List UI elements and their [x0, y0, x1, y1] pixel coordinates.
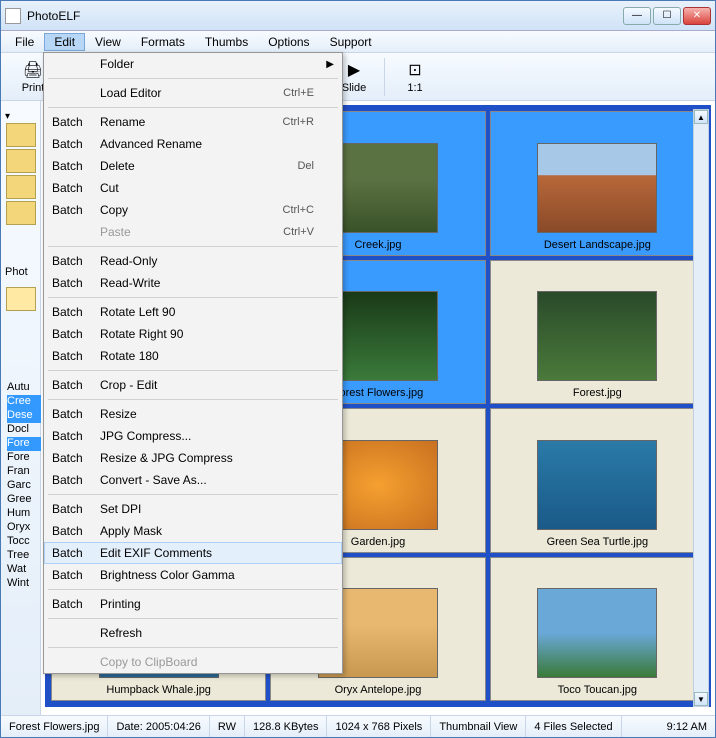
thumbnail-caption: Toco Toucan.jpg	[495, 684, 700, 696]
menuitem-resize[interactable]: BatchResize	[44, 403, 342, 425]
toolbar-11[interactable]: ⊡ 1:1	[389, 55, 441, 99]
thumbnail-caption: Desert Landscape.jpg	[495, 239, 700, 251]
menuitem-folder[interactable]: Folder▶	[44, 53, 342, 75]
folder-icon[interactable]	[6, 201, 36, 225]
status-view: Thumbnail View	[431, 716, 526, 737]
thumbnail-image	[537, 440, 657, 530]
edit-menu-dropdown: Folder▶ Load EditorCtrl+E BatchRenameCtrl+…	[43, 52, 343, 674]
menuitem-paste: PasteCtrl+V	[44, 221, 342, 243]
thumbnail[interactable]: Green Sea Turtle.jpg	[490, 408, 705, 553]
status-selected: 4 Files Selected	[526, 716, 621, 737]
menu-support[interactable]: Support	[320, 33, 382, 51]
thumbnail-caption: Humpback Whale.jpg	[56, 684, 261, 696]
scroll-up-button[interactable]: ▲	[694, 110, 708, 124]
status-rw: RW	[210, 716, 245, 737]
menuitem-edit-exif-comments[interactable]: BatchEdit EXIF Comments	[44, 542, 342, 564]
sidebar-label: Phot	[1, 266, 40, 278]
menuitem-jpg-compress-[interactable]: BatchJPG Compress...	[44, 425, 342, 447]
menuitem-advanced-rename[interactable]: BatchAdvanced Rename	[44, 133, 342, 155]
thumbnail-image	[537, 143, 657, 233]
titlebar: PhotoELF — ☐ ✕	[1, 1, 715, 31]
menuitem-cut[interactable]: BatchCut	[44, 177, 342, 199]
menuitem-rename[interactable]: BatchRenameCtrl+R	[44, 111, 342, 133]
thumbnail-caption: Green Sea Turtle.jpg	[495, 536, 700, 548]
status-filename: Forest Flowers.jpg	[1, 716, 108, 737]
statusbar: Forest Flowers.jpg Date: 2005:04:26 RW 1…	[1, 715, 715, 737]
print-icon: 🖨	[23, 60, 43, 80]
thumbnail[interactable]: Toco Toucan.jpg	[490, 557, 705, 702]
camera-icon[interactable]	[6, 287, 36, 311]
window-title: PhotoELF	[27, 9, 623, 23]
menuitem-copy[interactable]: BatchCopyCtrl+C	[44, 199, 342, 221]
slide-icon: ▶	[344, 60, 364, 80]
menu-thumbs[interactable]: Thumbs	[195, 33, 258, 51]
menuitem-read-only[interactable]: BatchRead-Only	[44, 250, 342, 272]
menuitem-printing[interactable]: BatchPrinting	[44, 593, 342, 615]
menu-options[interactable]: Options	[258, 33, 319, 51]
menuitem-delete[interactable]: BatchDeleteDel	[44, 155, 342, 177]
menuitem-brightness-color-gamma[interactable]: BatchBrightness Color Gamma	[44, 564, 342, 586]
menuitem-copy-to-clipboard: Copy to ClipBoard	[44, 651, 342, 673]
vertical-scrollbar[interactable]: ▲ ▼	[693, 109, 709, 707]
menuitem-resize-jpg-compress[interactable]: BatchResize & JPG Compress	[44, 447, 342, 469]
toolbar-label: Print	[22, 82, 45, 94]
toolbar-label: Slide	[342, 82, 366, 94]
scroll-down-button[interactable]: ▼	[694, 692, 708, 706]
1:1-icon: ⊡	[405, 60, 425, 80]
status-dimensions: 1024 x 768 Pixels	[327, 716, 431, 737]
maximize-button[interactable]: ☐	[653, 7, 681, 25]
menu-edit[interactable]: Edit	[44, 33, 85, 51]
thumbnail-image	[537, 291, 657, 381]
menu-formats[interactable]: Formats	[131, 33, 195, 51]
menuitem-set-dpi[interactable]: BatchSet DPI	[44, 498, 342, 520]
dropdown-icon[interactable]: ▾	[1, 111, 40, 122]
folder-icon[interactable]	[6, 149, 36, 173]
thumbnail[interactable]: Desert Landscape.jpg	[490, 111, 705, 256]
menuitem-rotate-right-90[interactable]: BatchRotate Right 90	[44, 323, 342, 345]
status-date: Date: 2005:04:26	[108, 716, 209, 737]
thumbnail-caption: Forest.jpg	[495, 387, 700, 399]
menuitem-apply-mask[interactable]: BatchApply Mask	[44, 520, 342, 542]
status-size: 128.8 KBytes	[245, 716, 327, 737]
menuitem-crop-edit[interactable]: BatchCrop - Edit	[44, 374, 342, 396]
menu-file[interactable]: File	[5, 33, 44, 51]
menuitem-load-editor[interactable]: Load EditorCtrl+E	[44, 82, 342, 104]
folder-icon[interactable]	[6, 175, 36, 199]
status-time: 9:12 AM	[659, 716, 715, 737]
menu-view[interactable]: View	[85, 33, 131, 51]
app-icon	[5, 8, 21, 24]
submenu-arrow-icon: ▶	[326, 59, 334, 70]
menuitem-read-write[interactable]: BatchRead-Write	[44, 272, 342, 294]
menuitem-rotate-left-90[interactable]: BatchRotate Left 90	[44, 301, 342, 323]
thumbnail-image	[537, 588, 657, 678]
app-window: PhotoELF — ☐ ✕ FileEditViewFormatsThumbs…	[0, 0, 716, 738]
minimize-button[interactable]: —	[623, 7, 651, 25]
folder-icon[interactable]	[6, 123, 36, 147]
menuitem-convert-save-as-[interactable]: BatchConvert - Save As...	[44, 469, 342, 491]
thumbnail[interactable]: Forest.jpg	[490, 260, 705, 405]
thumbnail-caption: Oryx Antelope.jpg	[275, 684, 480, 696]
close-button[interactable]: ✕	[683, 7, 711, 25]
menuitem-rotate-180[interactable]: BatchRotate 180	[44, 345, 342, 367]
menubar: FileEditViewFormatsThumbsOptionsSupport	[1, 31, 715, 53]
toolbar-label: 1:1	[407, 82, 422, 94]
menuitem-refresh[interactable]: Refresh	[44, 622, 342, 644]
